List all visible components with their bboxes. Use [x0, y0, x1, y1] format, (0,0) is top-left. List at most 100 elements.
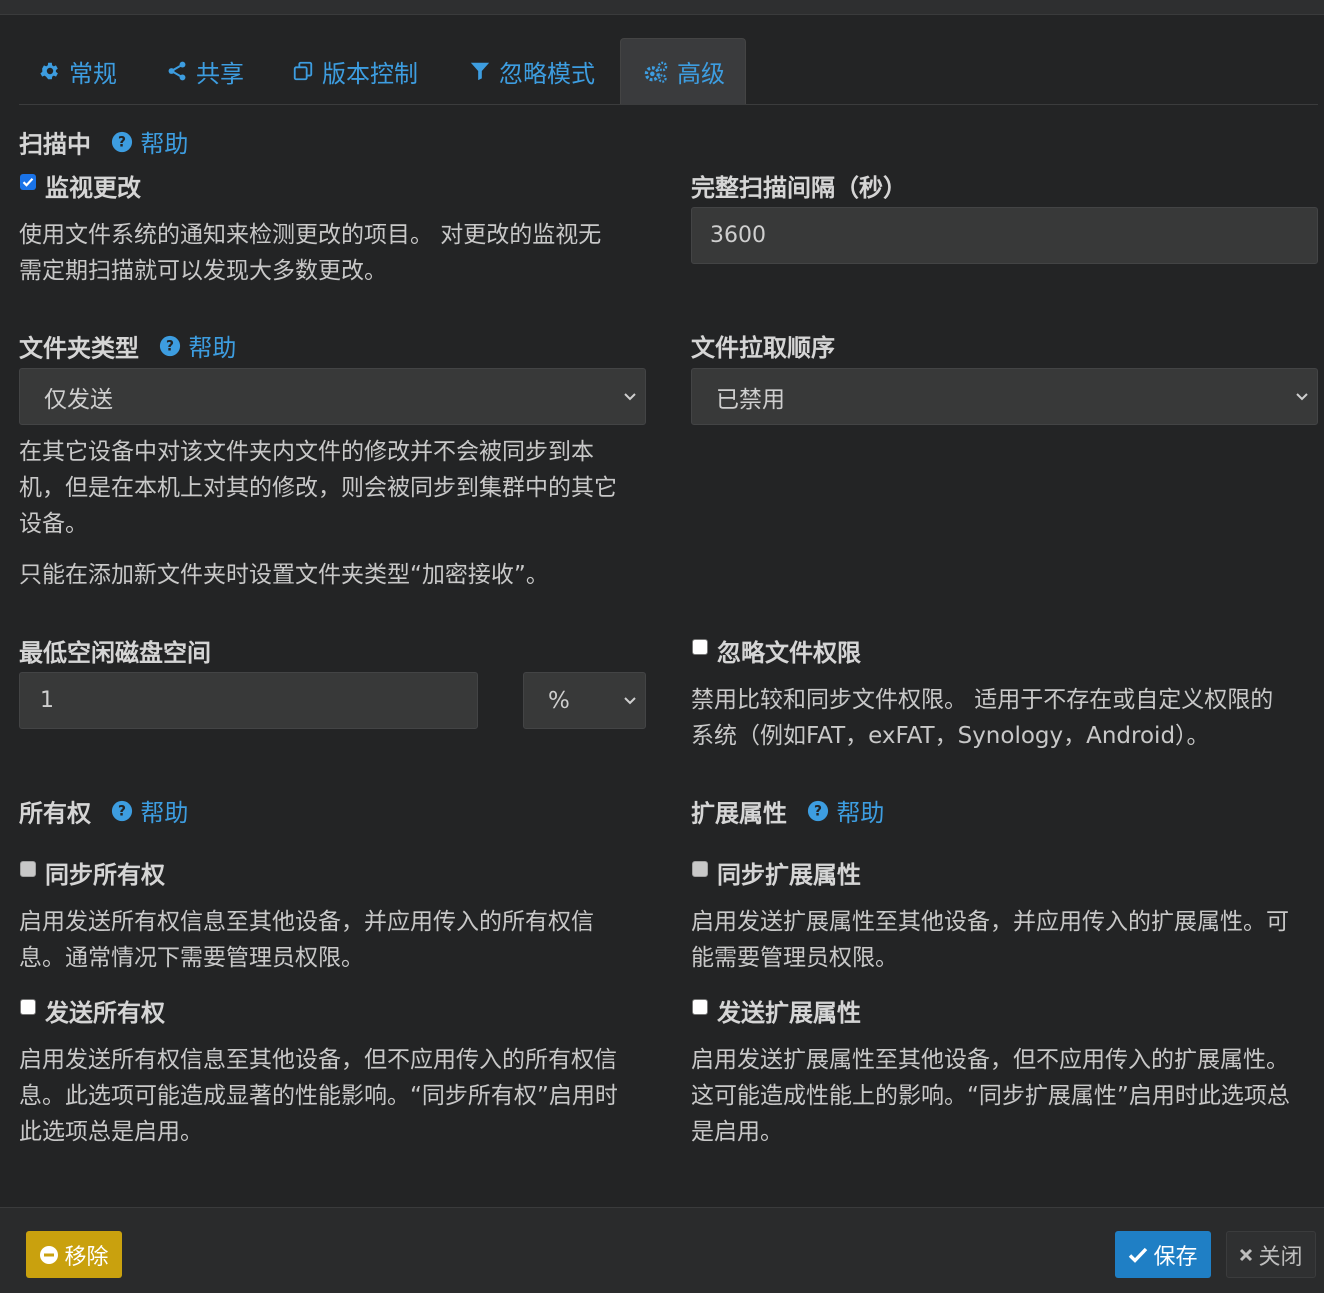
tab-advanced-label: 高级	[677, 60, 725, 88]
ignore-permissions-checkbox[interactable]	[692, 639, 708, 655]
tab-advanced[interactable]: 高级	[620, 38, 746, 104]
question-circle-icon: ?	[112, 800, 133, 821]
send-ownership-desc-line-1: 启用发送所有权信息至其他设备，但不应用传入的所有权信	[19, 1047, 617, 1073]
folder-type-help-label: 帮助	[188, 334, 237, 362]
ownership-help-link[interactable]: ? 帮助	[111, 793, 188, 828]
pull-order-select[interactable]: 已禁用	[691, 368, 1318, 425]
pull-order-label: 文件拉取顺序	[691, 334, 835, 362]
xattrs-header: 扩展属性 ? 帮助	[691, 793, 884, 829]
sync-xattrs-desc-line-1: 启用发送扩展属性至其他设备，并应用传入的扩展属性。可	[691, 909, 1289, 935]
scanning-help-link[interactable]: ? 帮助	[111, 124, 188, 159]
sync-ownership-description: 启用发送所有权信息至其他设备，并应用传入的所有权信 息。通常情况下需要管理员权限…	[19, 904, 659, 976]
remove-button-label: 移除	[64, 1244, 109, 1270]
svg-text:?: ?	[814, 803, 822, 819]
modal-footer: 移除 保存 关闭	[0, 1207, 1324, 1293]
watch-desc-line-1: 使用文件系统的通知来检测更改的项目。 对更改的监视无	[19, 222, 602, 248]
folder-type-help-link[interactable]: ? 帮助	[159, 328, 236, 363]
scanning-section: 扫描中 ? 帮助	[19, 124, 188, 160]
send-xattrs-desc-line-2: 这可能造成性能上的影响。“同步扩展属性”启用时此选项总	[691, 1083, 1290, 1109]
question-circle-icon: ?	[160, 335, 181, 356]
folder-type-description: 在其它设备中对该文件夹内文件的修改并不会被同步到本 机，但是在本机上对其的修改，…	[19, 434, 659, 542]
send-ownership-desc-line-3: 此选项总是启用。	[19, 1119, 203, 1145]
folder-type-desc-line-3: 设备。	[19, 511, 88, 537]
min-disk-free-value: 1	[40, 688, 54, 713]
minus-circle-icon	[40, 1245, 59, 1264]
rescan-interval-input[interactable]: 3600	[691, 207, 1318, 264]
folder-type-desc-line-2: 机，但是在本机上对其的修改，则会被同步到集群中的其它	[19, 475, 617, 501]
scanning-title: 扫描中	[19, 130, 91, 159]
xattrs-help-link[interactable]: ? 帮助	[807, 793, 884, 828]
send-xattrs-checkbox[interactable]	[692, 999, 708, 1015]
tab-bar: 常规 共享 版本控制 忽略模式 高级	[19, 38, 1318, 105]
sync-ownership-label: 同步所有权	[45, 861, 165, 889]
ownership-help-label: 帮助	[140, 799, 189, 827]
copy-icon	[293, 61, 313, 81]
chevron-down-icon	[1296, 392, 1308, 400]
min-disk-free-input[interactable]: 1	[19, 672, 478, 729]
chevron-down-icon	[624, 696, 636, 704]
rescan-interval-label: 完整扫描间隔（秒）	[691, 174, 907, 202]
cogs-icon	[644, 61, 668, 83]
sync-ownership-checkbox[interactable]	[20, 861, 36, 877]
close-button-label: 关闭	[1258, 1244, 1303, 1270]
tab-ignore-patterns-label: 忽略模式	[499, 59, 595, 88]
send-ownership-checkbox[interactable]	[20, 999, 36, 1015]
send-xattrs-desc-line-3: 是启用。	[691, 1119, 783, 1145]
sync-xattrs-desc-line-2: 能需要管理员权限。	[691, 945, 898, 971]
ignore-permissions-label: 忽略文件权限	[717, 639, 861, 667]
scanning-help-label: 帮助	[140, 130, 189, 158]
filter-icon	[470, 62, 490, 81]
question-circle-icon: ?	[112, 131, 133, 152]
tab-versioning-label: 版本控制	[322, 59, 418, 88]
send-xattrs-desc-line-1: 启用发送扩展属性至其他设备，但不应用传入的扩展属性。	[691, 1047, 1289, 1073]
min-disk-free-unit-value: %	[548, 687, 570, 714]
rescan-interval-value: 3600	[710, 223, 766, 248]
send-ownership-desc-line-2: 息。此选项可能造成显著的性能影响。“同步所有权”启用时	[19, 1083, 618, 1109]
share-icon	[168, 61, 186, 81]
send-xattrs-label: 发送扩展属性	[717, 999, 861, 1027]
xattrs-help-label: 帮助	[836, 799, 885, 827]
send-xattrs-description: 启用发送扩展属性至其他设备，但不应用传入的扩展属性。 这可能造成性能上的影响。“…	[691, 1042, 1321, 1150]
svg-text:?: ?	[118, 134, 126, 150]
tab-sharing-label: 共享	[196, 59, 244, 88]
sync-ownership-desc-line-2: 息。通常情况下需要管理员权限。	[19, 945, 364, 971]
ignore-perms-desc-line-2: 系统（例如FAT，exFAT，Synology，Android）。	[691, 723, 1210, 749]
tab-ignore-patterns[interactable]: 忽略模式	[469, 38, 595, 104]
tab-sharing[interactable]: 共享	[166, 38, 244, 104]
ignore-perms-desc-line-1: 禁用比较和同步文件权限。 适用于不存在或自定义权限的	[691, 687, 1274, 713]
sync-xattrs-description: 启用发送扩展属性至其他设备，并应用传入的扩展属性。可 能需要管理员权限。	[691, 904, 1321, 976]
svg-text:?: ?	[118, 803, 126, 819]
sync-xattrs-checkbox[interactable]	[692, 861, 708, 877]
svg-text:?: ?	[166, 338, 174, 354]
check-icon	[1129, 1247, 1148, 1263]
close-button[interactable]: 关闭	[1226, 1231, 1316, 1278]
folder-type-select[interactable]: 仅发送	[19, 368, 646, 425]
min-disk-free-unit-select[interactable]: %	[523, 672, 646, 729]
chevron-down-icon	[624, 392, 636, 400]
folder-type-header: 文件夹类型 ? 帮助	[19, 328, 236, 364]
folder-type-title: 文件夹类型	[19, 334, 139, 363]
ignore-permissions-description: 禁用比较和同步文件权限。 适用于不存在或自定义权限的 系统（例如FAT，exFA…	[691, 682, 1321, 754]
remove-button[interactable]: 移除	[26, 1231, 122, 1278]
check-icon	[22, 177, 34, 187]
folder-type-desc-line-1: 在其它设备中对该文件夹内文件的修改并不会被同步到本	[19, 439, 594, 465]
tab-general[interactable]: 常规	[39, 38, 117, 104]
folder-type-value: 仅发送	[44, 386, 113, 413]
save-button[interactable]: 保存	[1115, 1231, 1211, 1278]
watch-changes-checkbox[interactable]	[20, 174, 36, 190]
sync-ownership-desc-line-1: 启用发送所有权信息至其他设备，并应用传入的所有权信	[19, 909, 594, 935]
watch-changes-description: 使用文件系统的通知来检测更改的项目。 对更改的监视无 需定期扫描就可以发现大多数…	[19, 217, 659, 289]
ownership-title: 所有权	[19, 799, 91, 828]
sync-xattrs-label: 同步扩展属性	[717, 861, 861, 889]
question-circle-icon: ?	[808, 800, 829, 821]
folder-type-note: 只能在添加新文件夹时设置文件夹类型“加密接收”。	[19, 562, 549, 588]
watch-changes-label: 监视更改	[45, 174, 141, 202]
top-bar	[0, 0, 1324, 15]
close-icon	[1240, 1248, 1253, 1261]
send-ownership-label: 发送所有权	[45, 999, 165, 1027]
gear-icon	[40, 62, 58, 80]
watch-desc-line-2: 需定期扫描就可以发现大多数更改。	[19, 258, 387, 284]
min-disk-free-label: 最低空闲磁盘空间	[19, 639, 211, 667]
tab-versioning[interactable]: 版本控制	[292, 38, 418, 104]
save-button-label: 保存	[1153, 1244, 1198, 1270]
